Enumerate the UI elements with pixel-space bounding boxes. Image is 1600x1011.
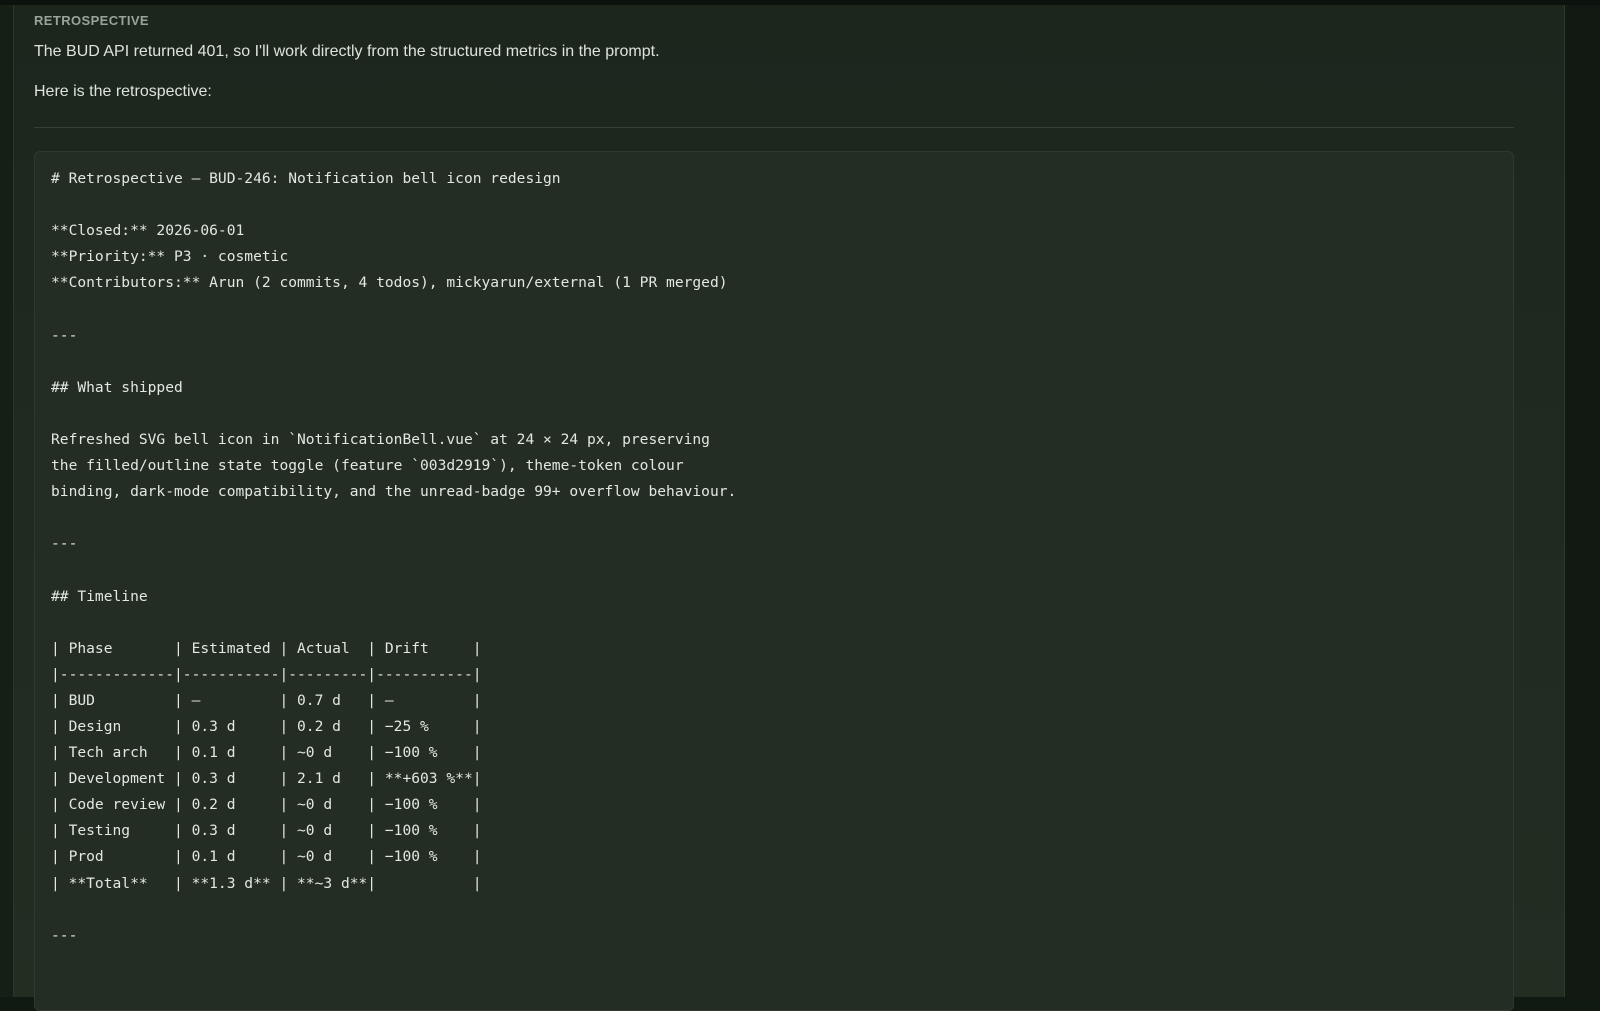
code-line: --- [51, 326, 78, 344]
code-line: **Priority:** P3 · cosmetic [51, 248, 289, 266]
code-line: **Contributors:** Arun (2 commits, 4 tod… [51, 274, 728, 292]
retrospective-panel: RETROSPECTIVE The BUD API returned 401, … [13, 5, 1565, 1011]
code-line: | Development | 0.3 d | 2.1 d | **+603 %… [51, 770, 482, 788]
code-line: | Testing | 0.3 d | ~0 d | −100 % | [51, 822, 482, 840]
intro-message: The BUD API returned 401, so I'll work d… [34, 43, 660, 60]
code-line: ## What shipped [51, 378, 183, 396]
code-line: | Prod | 0.1 d | ~0 d | −100 % | [51, 848, 482, 866]
right-scrollbar-track[interactable] [1565, 5, 1600, 997]
code-line: | Phase | Estimated | Actual | Drift | [51, 639, 482, 657]
code-line: Refreshed SVG bell icon in `Notification… [51, 430, 710, 448]
code-line: --- [51, 926, 78, 944]
code-line: **Closed:** 2026-06-01 [51, 222, 245, 240]
left-sidebar-rail [0, 5, 13, 997]
code-line: | Tech arch | 0.1 d | ~0 d | −100 % | [51, 744, 482, 762]
code-line: binding, dark-mode compatibility, and th… [51, 483, 737, 501]
code-content[interactable]: # Retrospective — BUD-246: Notification … [51, 166, 736, 949]
code-line: | Design | 0.3 d | 0.2 d | −25 % | [51, 717, 482, 735]
section-divider [34, 127, 1514, 128]
code-line: # Retrospective — BUD-246: Notification … [51, 170, 561, 187]
code-line: | BUD | — | 0.7 d | — | [51, 691, 482, 709]
code-line: | **Total** | **1.3 d** | **~3 d**| | [51, 874, 482, 892]
code-line: |-------------|-----------|---------|---… [51, 665, 482, 683]
section-label: RETROSPECTIVE [34, 13, 149, 28]
code-line: ## Timeline [51, 587, 148, 605]
code-line: --- [51, 535, 78, 553]
code-line: the filled/outline state toggle (feature… [51, 457, 684, 475]
intro-lead-in: Here is the retrospective: [34, 83, 212, 100]
code-line: | Code review | 0.2 d | ~0 d | −100 % | [51, 796, 482, 814]
markdown-code-block[interactable]: # Retrospective — BUD-246: Notification … [34, 151, 1514, 1011]
